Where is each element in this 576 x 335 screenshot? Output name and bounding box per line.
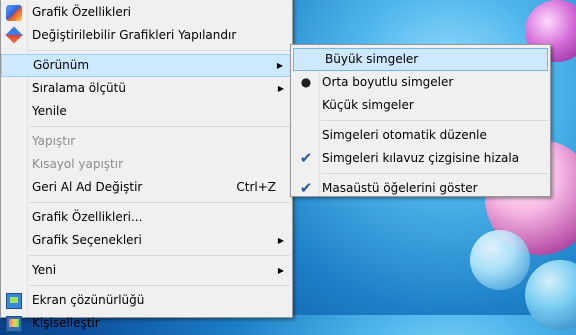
menu-item-paste-shortcut[interactable]: Kısayol yapıştır [1, 153, 292, 176]
menu-item-auto-arrange-icons[interactable]: Simgeleri otomatik düzenle [291, 124, 550, 147]
menu-item-align-icons-to-grid[interactable]: ✔ Simgeleri kılavuz çizgisine hizala [291, 147, 550, 170]
menu-item-label: Grafik Özellikleri... [32, 210, 143, 224]
personalize-icon [6, 316, 22, 332]
menu-item-label: Geri Al Ad Değiştir [32, 180, 143, 194]
menu-item-paste[interactable]: Yapıştır [1, 130, 292, 153]
menu-item-label: Yeni [32, 263, 57, 277]
menu-item-label: Grafik Seçenekleri [32, 233, 142, 247]
switchable-graphics-icon [5, 26, 23, 44]
view-submenu: Büyük simgeler ● Orta boyutlu simgeler K… [290, 44, 551, 197]
display-icon [6, 293, 22, 309]
menu-item-label: Yapıştır [32, 134, 76, 148]
menu-item-configure-switchable-graphics[interactable]: Değiştirilebilir Grafikleri Yapılandır [1, 24, 292, 47]
menu-item-label: Büyük simgeler [325, 52, 419, 66]
submenu-arrow-icon: ▶ [277, 266, 284, 275]
menu-separator [29, 202, 290, 203]
menu-item-sort-by[interactable]: Sıralama ölçütü ▶ [1, 77, 292, 100]
menu-item-undo-rename[interactable]: Geri Al Ad Değiştir Ctrl+Z [1, 176, 292, 199]
menu-separator [29, 126, 290, 127]
menu-item-screen-resolution[interactable]: Ekran çözünürlüğü [1, 289, 292, 312]
menu-item-label: Orta boyutlu simgeler [322, 75, 454, 89]
menu-item-label: Sıralama ölçütü [32, 81, 126, 95]
menu-separator [29, 285, 290, 286]
menu-item-medium-icons[interactable]: ● Orta boyutlu simgeler [291, 71, 550, 94]
menu-item-label: Küçük simgeler [322, 98, 414, 112]
menu-item-graphics-properties-dialog[interactable]: Grafik Özellikleri... [1, 206, 292, 229]
menu-separator [321, 173, 548, 174]
menu-item-label: Görünüm [33, 58, 90, 72]
wallpaper-bubble [525, 260, 576, 330]
menu-separator [321, 120, 548, 121]
radio-selected-icon: ● [300, 75, 312, 89]
wallpaper-bubble [470, 230, 530, 290]
menu-item-shortcut: Ctrl+Z [236, 180, 276, 194]
menu-item-label: Yenile [32, 104, 67, 118]
menu-item-label: Grafik Özellikleri [32, 5, 131, 19]
menu-item-label: Değiştirilebilir Grafikleri Yapılandır [32, 28, 237, 42]
checkmark-icon: ✔ [299, 179, 313, 197]
menu-item-personalize[interactable]: Kişiselleştir [1, 312, 292, 335]
submenu-arrow-icon: ▶ [276, 61, 283, 70]
menu-item-large-icons[interactable]: Büyük simgeler [293, 48, 548, 71]
menu-item-small-icons[interactable]: Küçük simgeler [291, 94, 550, 117]
submenu-arrow-icon: ▶ [277, 236, 284, 245]
menu-item-label: Simgeleri kılavuz çizgisine hizala [322, 151, 520, 165]
menu-separator [29, 255, 290, 256]
menu-item-graphics-properties[interactable]: Grafik Özellikleri [1, 1, 292, 24]
submenu-arrow-icon: ▶ [277, 84, 284, 93]
desktop-context-menu: Grafik Özellikleri Değiştirilebilir Graf… [0, 0, 293, 332]
menu-item-show-desktop-icons[interactable]: ✔ Masaüstü öğelerini göster [291, 177, 550, 200]
menu-separator [29, 50, 290, 51]
menu-item-label: Ekran çözünürlüğü [32, 293, 145, 307]
checkmark-icon: ✔ [299, 149, 313, 167]
menu-item-graphics-options[interactable]: Grafik Seçenekleri ▶ [1, 229, 292, 252]
menu-item-refresh[interactable]: Yenile [1, 100, 292, 123]
menu-item-label: Simgeleri otomatik düzenle [322, 128, 487, 142]
menu-item-label: Masaüstü öğelerini göster [322, 181, 478, 195]
graphics-properties-icon [6, 5, 22, 21]
menu-item-view[interactable]: Görünüm ▶ [1, 54, 292, 77]
menu-item-label: Kısayol yapıştır [32, 157, 124, 171]
menu-item-new[interactable]: Yeni ▶ [1, 259, 292, 282]
menu-item-label: Kişiselleştir [32, 316, 100, 330]
